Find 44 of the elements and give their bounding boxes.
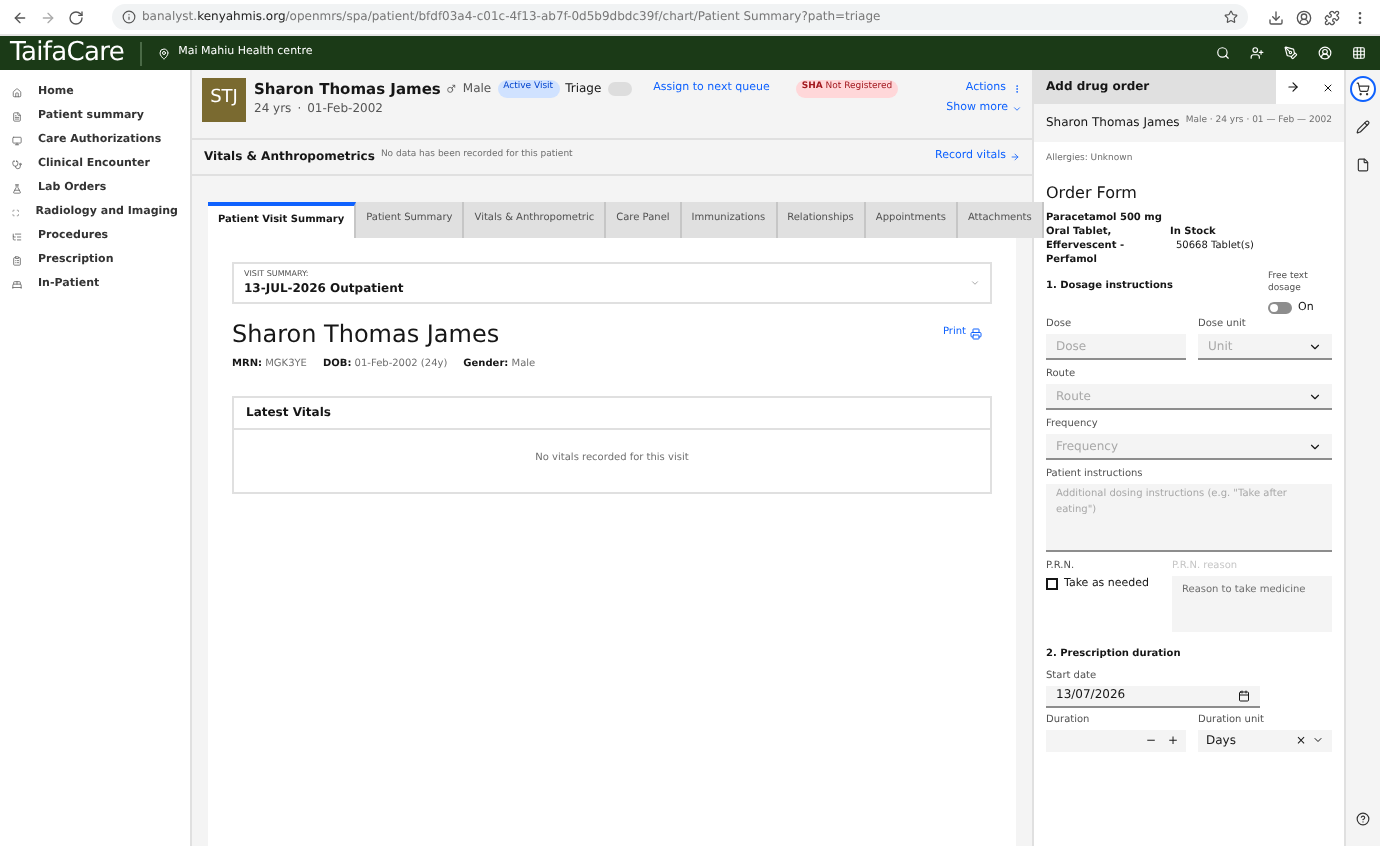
- site-info-icon[interactable]: [122, 10, 136, 24]
- chevron-down-icon: [1012, 104, 1022, 114]
- nav-icon: [12, 87, 22, 97]
- document-icon: [1356, 158, 1370, 172]
- chevron-down-icon: [1312, 734, 1324, 746]
- pen-icon: [1356, 120, 1370, 134]
- download-icon[interactable]: [1268, 9, 1284, 25]
- pen-icon[interactable]: [1284, 46, 1298, 60]
- male-icon: [446, 84, 457, 94]
- nav-icon: [12, 135, 22, 145]
- chevron-down-icon: [970, 278, 980, 288]
- add-user-icon[interactable]: [1250, 46, 1264, 60]
- chevron-down-icon: [1308, 439, 1322, 453]
- nav-icon: [12, 279, 22, 289]
- patient-avatar: STJ: [202, 78, 246, 122]
- location-pin-icon: [158, 47, 171, 59]
- arrow-right-icon: [1010, 152, 1020, 162]
- back-icon[interactable]: [12, 9, 28, 25]
- visit-patient-name: Sharon Thomas James: [232, 318, 502, 352]
- app-grid-icon[interactable]: [1352, 46, 1366, 60]
- user-icon[interactable]: [1318, 46, 1332, 60]
- expand-button[interactable]: [1276, 70, 1310, 104]
- toggle-switch[interactable]: [1268, 301, 1292, 314]
- cart-icon: [1356, 82, 1370, 96]
- extensions-icon[interactable]: [1324, 9, 1340, 25]
- cart-button[interactable]: [1350, 76, 1376, 102]
- chevron-down-icon: [1308, 339, 1322, 353]
- reload-icon[interactable]: [68, 9, 84, 25]
- bookmark-icon[interactable]: [1224, 10, 1238, 24]
- nav-icon: [12, 159, 22, 169]
- arrow-right-icon: [1286, 80, 1300, 94]
- printer-icon: [970, 328, 982, 340]
- search-icon[interactable]: [1216, 46, 1230, 60]
- nav-icon: [12, 111, 22, 121]
- nav-icon: [12, 255, 22, 265]
- form-title: Order Form: [1046, 183, 1139, 204]
- logo[interactable]: TaifaCare: [10, 40, 125, 66]
- calendar-icon: [1238, 689, 1250, 701]
- close-icon: [1321, 81, 1333, 93]
- profile-icon[interactable]: [1296, 9, 1312, 25]
- chevron-down-icon: [1308, 389, 1322, 403]
- nav-icon: [12, 183, 22, 193]
- help-icon[interactable]: [1356, 812, 1370, 826]
- nav-icon: [12, 231, 22, 241]
